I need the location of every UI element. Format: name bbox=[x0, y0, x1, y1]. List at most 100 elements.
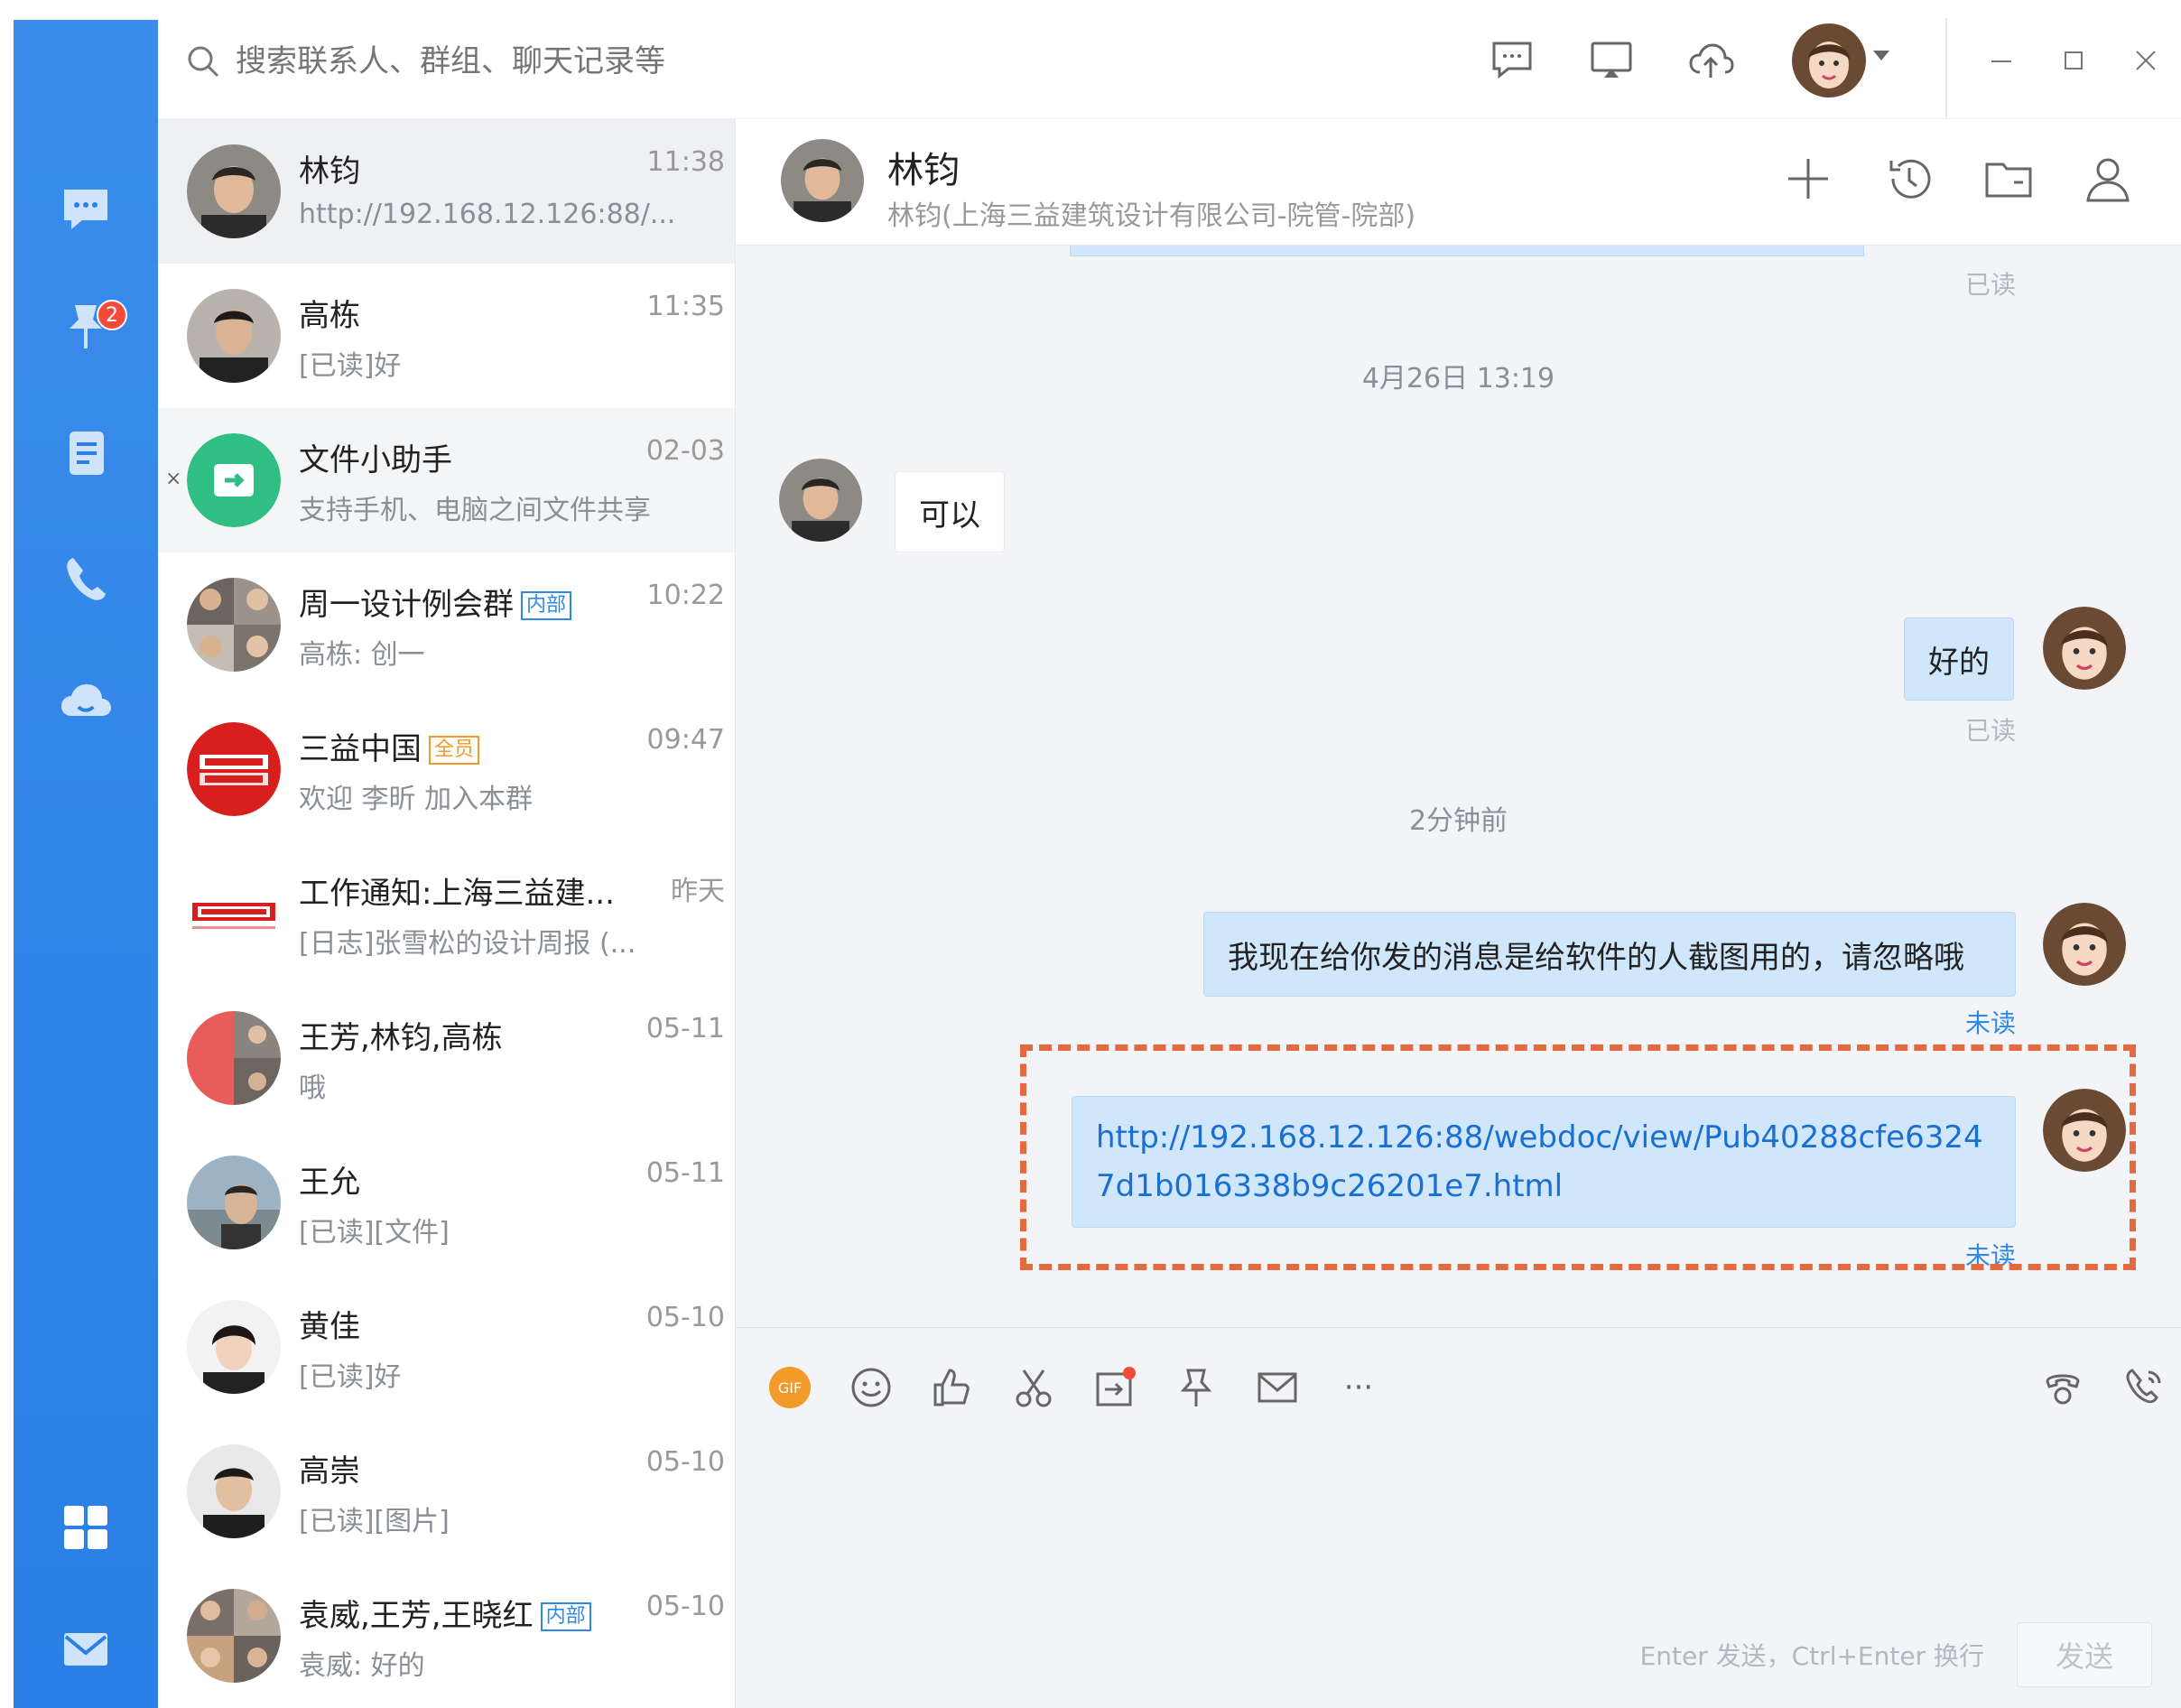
conversation-list: 林钧 11:38 http://192.168.12.126:88/... 高栋… bbox=[158, 119, 736, 1708]
gif-button[interactable]: GIF bbox=[763, 1360, 817, 1415]
send-hint: Enter 发送，Ctrl+Enter 换行 bbox=[1639, 1641, 1984, 1671]
conversation-preview: 高栋: 创一 bbox=[299, 639, 425, 671]
avatar bbox=[187, 1156, 281, 1249]
pin-icon bbox=[1180, 1369, 1212, 1406]
screen-share-button[interactable] bbox=[1584, 32, 1638, 87]
previous-message-bubble bbox=[1070, 246, 1864, 256]
file-transfer-icon bbox=[1096, 1367, 1136, 1406]
account-dropdown-icon[interactable] bbox=[1873, 51, 1889, 60]
user-icon bbox=[2086, 158, 2130, 202]
cloud-upload-button[interactable] bbox=[1684, 32, 1738, 87]
my-avatar[interactable] bbox=[2043, 903, 2126, 986]
conversation-item[interactable]: 高栋 11:35 [已读]好 bbox=[158, 264, 735, 408]
rail-calls[interactable] bbox=[14, 534, 158, 625]
monitor-icon bbox=[1591, 42, 1632, 78]
unread-status: 未读 bbox=[1965, 1008, 2017, 1038]
profile-button[interactable] bbox=[2074, 144, 2142, 213]
message-bubble[interactable]: 好的 bbox=[1904, 617, 2014, 701]
rail-messages[interactable] bbox=[14, 164, 158, 255]
conversation-item[interactable]: 周一设计例会群 内部 10:22 高栋: 创一 bbox=[158, 552, 735, 697]
rail-documents[interactable] bbox=[14, 408, 158, 498]
avatar bbox=[187, 1444, 281, 1538]
emoji-icon bbox=[851, 1368, 891, 1407]
message-timestamp: 2分钟前 bbox=[1408, 805, 1508, 837]
conversation-name: 黄佳 bbox=[299, 1309, 360, 1345]
read-status: 已读 bbox=[1965, 716, 2017, 746]
rail-mail[interactable] bbox=[14, 1604, 158, 1694]
conversation-preview: 袁威: 好的 bbox=[299, 1650, 425, 1682]
thumbs-up-icon bbox=[933, 1369, 970, 1406]
chat-panel: 林钧 林钧(上海三益建筑设计有限公司-院管-院部) 已读 4月26日 13:19… bbox=[736, 119, 2181, 1708]
plus-icon bbox=[1788, 159, 1828, 199]
history-button[interactable] bbox=[1875, 144, 1944, 213]
conversation-name: 文件小助手 bbox=[299, 442, 452, 478]
message-bubble[interactable]: 可以 bbox=[895, 471, 1005, 552]
conversation-name: 高崇 bbox=[299, 1453, 360, 1490]
contact-avatar[interactable] bbox=[781, 139, 864, 222]
voice-call-button[interactable] bbox=[2036, 1360, 2090, 1415]
conversation-preview: 支持手机、电脑之间文件共享 bbox=[299, 495, 651, 526]
conversation-item[interactable]: 工作通知:上海三益建... 昨天 [日志]张雪松的设计周报 (... bbox=[158, 841, 735, 986]
conversation-item[interactable]: 袁威,王芳,王晓红 内部 05-10 袁威: 好的 bbox=[158, 1564, 735, 1708]
email-button[interactable] bbox=[1250, 1360, 1304, 1415]
scissors-icon bbox=[1016, 1369, 1052, 1407]
like-button[interactable] bbox=[925, 1360, 979, 1415]
video-call-button[interactable] bbox=[2117, 1360, 2171, 1415]
conversation-item[interactable]: 高崇 05-10 [已读][图片] bbox=[158, 1419, 735, 1564]
brand-logo-avatar bbox=[187, 722, 281, 816]
files-button[interactable] bbox=[1974, 144, 2043, 213]
chat-bubble-icon bbox=[64, 190, 107, 229]
phone-ring-icon bbox=[2126, 1369, 2161, 1404]
minimize-button[interactable] bbox=[1977, 36, 2026, 85]
send-file-button[interactable] bbox=[1088, 1360, 1142, 1415]
my-avatar[interactable] bbox=[1792, 23, 1866, 97]
avatar bbox=[187, 289, 281, 383]
avatar bbox=[187, 1300, 281, 1394]
maximize-icon bbox=[2065, 51, 2083, 70]
message-bubble[interactable]: 我现在给你发的消息是给软件的人截图用的，请忽略哦 bbox=[1203, 912, 2016, 997]
rail-cloud[interactable] bbox=[14, 656, 158, 747]
conversation-preview: [日志]张雪松的设计周报 (... bbox=[299, 928, 636, 960]
conversation-time: 05-11 bbox=[645, 1013, 725, 1044]
message-list: 已读 4月26日 13:19 可以 好的 已读 2分钟前 我现在给你发的消息是给… bbox=[736, 246, 2181, 1466]
group-avatar bbox=[187, 1589, 281, 1683]
conversation-item[interactable]: 王允 05-11 [已读][文件] bbox=[158, 1130, 735, 1275]
message-input[interactable] bbox=[763, 1436, 2153, 1617]
feedback-button[interactable] bbox=[1485, 32, 1539, 87]
rail-apps[interactable] bbox=[14, 1482, 158, 1573]
app-window: 2 搜索联系人、群组、聊天记录等 林钧 11:38 http://192.168… bbox=[0, 0, 2181, 1708]
grid-icon bbox=[64, 1506, 107, 1549]
close-button[interactable] bbox=[2121, 36, 2170, 85]
file-assistant-avatar bbox=[187, 433, 281, 527]
search-icon bbox=[188, 46, 219, 78]
more-button[interactable]: ··· bbox=[1332, 1360, 1386, 1415]
my-avatar[interactable] bbox=[2043, 607, 2126, 690]
conversation-name: 袁威,王芳,王晓红 内部 bbox=[299, 1591, 591, 1635]
close-icon[interactable]: × bbox=[165, 468, 181, 490]
all-staff-tag: 全员 bbox=[429, 736, 480, 765]
top-bar bbox=[158, 0, 2181, 119]
rail-tasks[interactable]: 2 bbox=[14, 282, 158, 372]
add-member-button[interactable] bbox=[1774, 144, 1842, 213]
conversation-item[interactable]: 黄佳 05-10 [已读]好 bbox=[158, 1275, 735, 1419]
conversation-item[interactable]: 林钧 11:38 http://192.168.12.126:88/... bbox=[158, 119, 735, 264]
pin-message-button[interactable] bbox=[1169, 1360, 1223, 1415]
conversation-time: 昨天 bbox=[671, 876, 725, 907]
contact-avatar[interactable] bbox=[779, 459, 862, 542]
search-input[interactable] bbox=[234, 42, 775, 80]
screenshot-button[interactable] bbox=[1007, 1360, 1061, 1415]
tasks-badge: 2 bbox=[97, 300, 127, 330]
emoji-button[interactable] bbox=[844, 1360, 898, 1415]
conversation-time: 11:38 bbox=[646, 146, 725, 178]
chat-subtitle: 林钧(上海三益建筑设计有限公司-院管-院部) bbox=[887, 200, 1416, 232]
conversation-name: 三益中国 全员 bbox=[299, 724, 480, 768]
conversation-name: 王芳,林钧,高栋 bbox=[299, 1020, 503, 1056]
conversation-item[interactable]: × 文件小助手 02-03 支持手机、电脑之间文件共享 bbox=[158, 408, 735, 552]
conversation-item[interactable]: 王芳,林钧,高栋 05-11 哦 bbox=[158, 986, 735, 1130]
svg-text:GIF: GIF bbox=[778, 1379, 802, 1397]
conversation-item[interactable]: 三益中国 全员 09:47 欢迎 李昕 加入本群 bbox=[158, 697, 735, 841]
mail-icon bbox=[1258, 1372, 1297, 1403]
maximize-button[interactable] bbox=[2049, 36, 2098, 85]
send-button[interactable]: 发送 bbox=[2017, 1622, 2152, 1687]
search-box[interactable] bbox=[185, 36, 817, 87]
